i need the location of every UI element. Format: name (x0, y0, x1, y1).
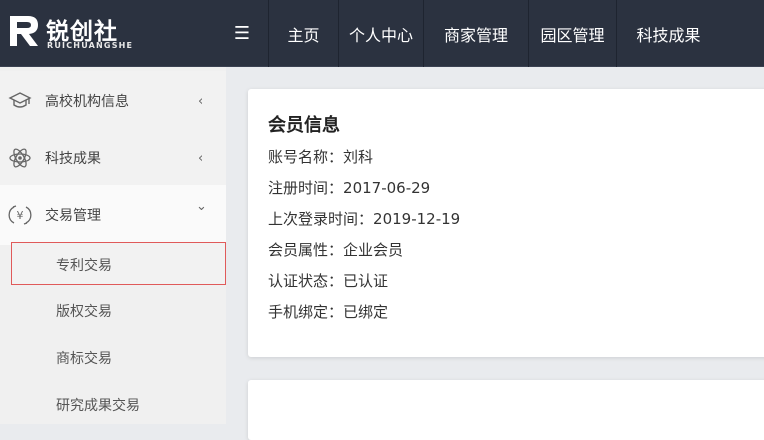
info-separator: ： (328, 303, 344, 321)
sidebar-group-tech-achievements[interactable]: 科技成果 ‹ (0, 128, 226, 188)
sidebar-subitem-label: 研究成果交易 (56, 398, 140, 414)
info-value: 已绑定 (343, 303, 389, 321)
nav-item-home[interactable]: 主页 (268, 0, 338, 67)
sidebar-subitem-copyright-trade[interactable]: 版权交易 (0, 288, 226, 334)
secondary-card (248, 380, 764, 440)
chevron-down-icon: ⌄ (196, 199, 207, 214)
trade-icon: ¥ (8, 205, 32, 225)
sidebar: 高校机构信息 ‹ 科技成果 ‹ ¥ 交易管理 ⌄ 专利交易 版权交易 商标交易 … (0, 67, 226, 424)
info-value: 2017-06-29 (343, 179, 431, 197)
sidebar-group-trade-management[interactable]: ¥ 交易管理 ⌄ (0, 185, 226, 245)
info-separator: ： (328, 179, 344, 197)
info-separator: ： (328, 241, 344, 259)
info-label: 手机绑定 (268, 303, 329, 321)
info-label: 认证状态 (268, 272, 329, 290)
member-info-card: 会员信息 账号名称：刘科 注册时间：2017-06-29 上次登录时间：2019… (248, 89, 764, 357)
nav-item-tech-achievements[interactable]: 科技成果 (616, 0, 720, 67)
info-row-phone-binding: 手机绑定：已绑定 (268, 301, 388, 322)
info-label: 注册时间 (268, 179, 329, 197)
info-value: 2019-12-19 (373, 210, 461, 228)
main-nav: 主页 个人中心 商家管理 园区管理 科技成果 (268, 0, 720, 67)
info-row-member-type: 会员属性：企业会员 (268, 239, 403, 260)
sidebar-subitem-label: 版权交易 (56, 304, 112, 320)
member-info-title: 会员信息 (268, 115, 340, 136)
logo-subtitle: RUICHUANGSHE (47, 41, 134, 50)
info-value: 刘科 (343, 148, 374, 166)
chevron-left-icon: ‹ (198, 93, 204, 109)
sidebar-subitem-research-trade[interactable]: 研究成果交易 (0, 382, 226, 428)
top-navbar: 锐创社 RUICHUANGSHE ☰ 主页 个人中心 商家管理 园区管理 科技成… (0, 0, 764, 67)
sidebar-group-university[interactable]: 高校机构信息 ‹ (0, 71, 226, 131)
nav-item-merchant-management[interactable]: 商家管理 (423, 0, 528, 67)
info-label: 会员属性 (268, 241, 329, 259)
info-value: 企业会员 (343, 241, 404, 259)
nav-item-park-management[interactable]: 园区管理 (528, 0, 616, 67)
info-label: 账号名称 (268, 148, 329, 166)
chevron-left-icon: ‹ (198, 150, 204, 166)
info-row-account-name: 账号名称：刘科 (268, 146, 373, 167)
sidebar-group-label: 高校机构信息 (45, 94, 129, 110)
sidebar-subitem-label: 专利交易 (56, 258, 112, 274)
sidebar-subitem-label: 商标交易 (56, 351, 112, 367)
info-separator: ： (358, 210, 374, 228)
info-row-verification: 认证状态：已认证 (268, 270, 388, 291)
nav-item-personal-center[interactable]: 个人中心 (338, 0, 423, 67)
info-separator: ： (328, 272, 344, 290)
atom-icon (9, 148, 31, 168)
sidebar-group-label: 科技成果 (45, 151, 101, 167)
svg-text:¥: ¥ (17, 209, 24, 222)
sidebar-subitem-trademark-trade[interactable]: 商标交易 (0, 335, 226, 381)
sidebar-group-label: 交易管理 (45, 208, 101, 224)
info-separator: ： (328, 148, 344, 166)
menu-toggle-button[interactable]: ☰ (216, 0, 268, 67)
logo-mark-icon (10, 16, 38, 46)
graduation-cap-icon (8, 92, 32, 108)
sidebar-subitem-patent-trade[interactable]: 专利交易 (0, 242, 226, 288)
logo[interactable]: 锐创社 RUICHUANGSHE (8, 12, 188, 56)
hamburger-icon: ☰ (233, 23, 251, 44)
info-label: 上次登录时间 (268, 210, 359, 228)
info-row-last-login: 上次登录时间：2019-12-19 (268, 208, 460, 229)
info-row-register-time: 注册时间：2017-06-29 (268, 177, 430, 198)
info-value: 已认证 (343, 272, 389, 290)
